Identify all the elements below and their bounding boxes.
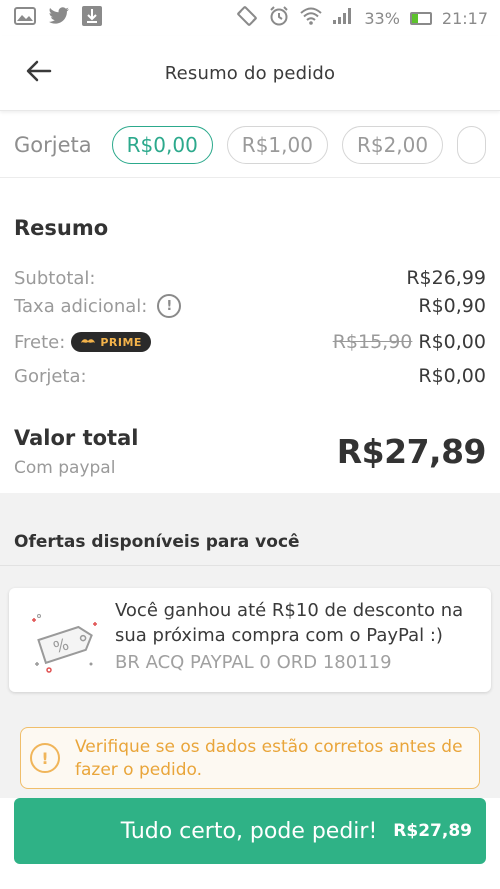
tip-summary-value: R$0,00 <box>418 365 486 387</box>
offers-header: Ofertas disponíveis para você <box>0 493 500 566</box>
status-right-icons: 33% 21:17 <box>236 5 488 31</box>
mustache-icon <box>80 336 96 349</box>
total-value: R$27,89 <box>336 432 487 471</box>
place-order-label: Tudo certo, pode pedir! <box>120 818 378 844</box>
info-icon[interactable]: ! <box>157 294 182 318</box>
arrow-left-icon <box>26 60 52 86</box>
alert-icon: ! <box>30 743 60 773</box>
twitter-icon <box>48 7 70 29</box>
place-order-price: R$27,89 <box>393 821 472 841</box>
discount-tag-icon: % <box>27 606 103 676</box>
battery-percent: 33% <box>364 8 400 28</box>
tip-selector: Gorjeta R$0,00 R$1,00 R$2,00 <box>0 112 500 178</box>
offer-code: BR ACQ PAYPAL 0 ORD 180119 <box>115 652 392 673</box>
payment-method: Com paypal <box>14 458 116 478</box>
shipping-row: Frete: PRIME R$15,90 R$0,00 <box>14 328 486 356</box>
alarm-icon <box>268 5 290 31</box>
status-left-icons <box>14 6 102 30</box>
gallery-icon <box>14 7 36 29</box>
back-button[interactable] <box>22 56 56 90</box>
fee-row: Taxa adicional: ! R$0,90 <box>14 292 486 320</box>
vibrate-icon <box>236 5 258 31</box>
download-icon <box>82 6 102 30</box>
summary-title: Resumo <box>14 216 109 240</box>
subtotal-label: Subtotal: <box>14 267 96 289</box>
wifi-icon <box>300 7 322 29</box>
shipping-label: Frete: <box>14 331 66 353</box>
offer-text: Você ganhou até R$10 de desconto na sua … <box>115 600 464 646</box>
tip-option-1[interactable]: R$1,00 <box>226 125 328 164</box>
tip-summary-label: Gorjeta: <box>14 365 87 387</box>
tip-summary-row: Gorjeta: R$0,00 <box>14 362 486 390</box>
prime-badge: PRIME <box>71 332 151 352</box>
prime-badge-label: PRIME <box>100 335 142 349</box>
battery-icon <box>409 11 432 25</box>
clock: 21:17 <box>441 8 488 28</box>
offer-card[interactable]: % Você ganhou até R$10 de desconto na su… <box>9 588 491 692</box>
tip-option-more[interactable] <box>457 125 486 164</box>
order-summary: Resumo Subtotal: R$26,99 Taxa adicional:… <box>0 178 500 493</box>
fee-label: Taxa adicional: <box>14 295 148 317</box>
offers-title: Ofertas disponíveis para você <box>14 532 300 552</box>
shipping-value: R$0,00 <box>418 331 486 353</box>
fee-value: R$0,90 <box>418 295 486 317</box>
page-title: Resumo do pedido <box>164 62 336 84</box>
bottom-spacer <box>0 864 500 889</box>
tip-label: Gorjeta <box>14 132 92 157</box>
status-bar: 33% 21:17 <box>0 0 500 36</box>
warning-text: Verifique se os dados estão corretos ant… <box>75 737 463 780</box>
total-label: Valor total <box>14 426 139 450</box>
signal-icon <box>332 7 354 29</box>
shipping-old-value: R$15,90 <box>332 331 413 353</box>
tip-option-2[interactable]: R$2,00 <box>341 125 444 164</box>
warning-banner: ! Verifique se os dados estão corretos a… <box>20 727 480 789</box>
subtotal-value: R$26,99 <box>406 267 486 289</box>
offers-section: Ofertas disponíveis para você % Você gan… <box>0 493 500 798</box>
place-order-button[interactable]: Tudo certo, pode pedir! R$27,89 <box>14 798 486 864</box>
tip-option-0[interactable]: R$0,00 <box>111 125 213 164</box>
app-header: Resumo do pedido <box>0 36 500 111</box>
subtotal-row: Subtotal: R$26,99 <box>14 264 486 292</box>
